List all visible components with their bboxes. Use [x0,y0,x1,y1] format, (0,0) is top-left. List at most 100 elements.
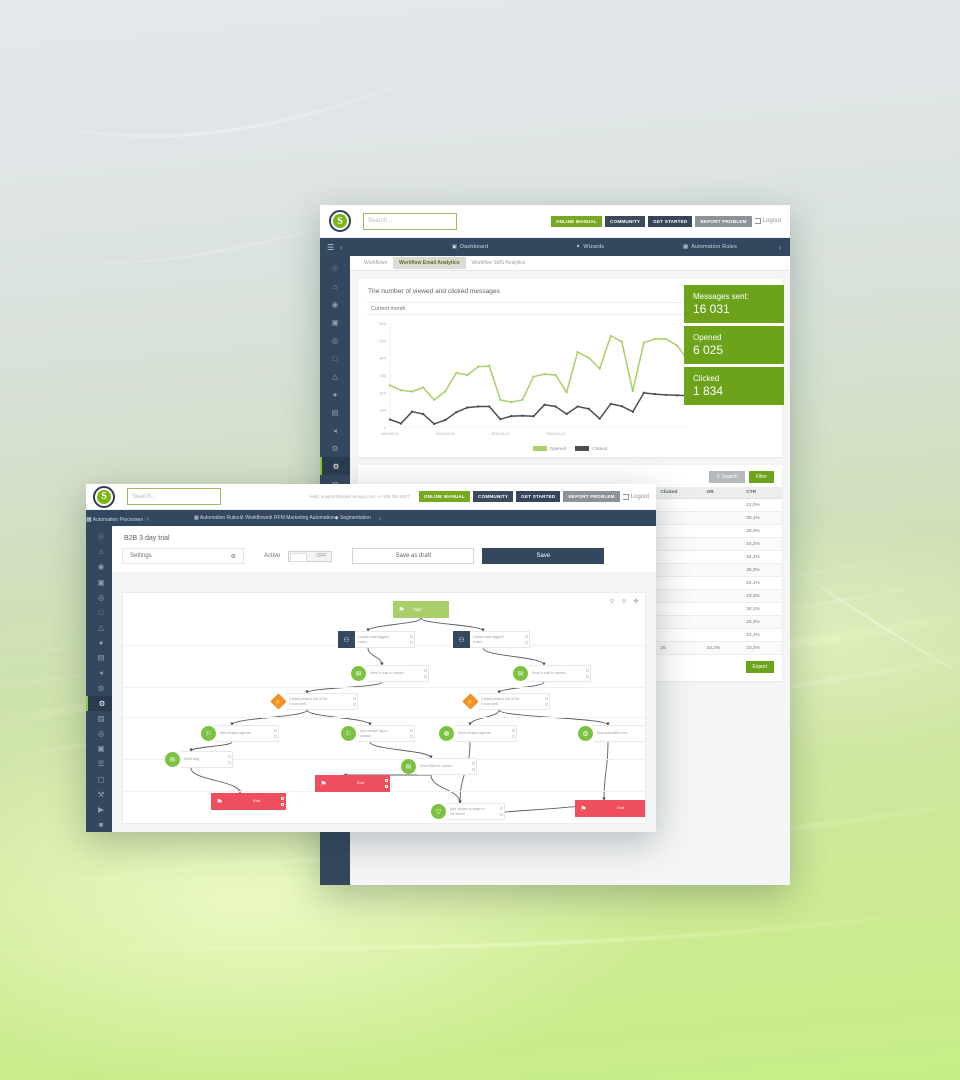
workflow-node[interactable]: ☸ Send contact tag/note [439,725,517,742]
chevron-right-icon[interactable]: › [378,514,381,523]
table-search-button[interactable]: ⚲ Search [709,471,745,483]
chevron-left-icon[interactable]: ‹ [147,514,150,523]
nav-item-dashboard[interactable]: ▣ Dashboard [410,238,530,256]
flag-icon: ⚑ [315,775,332,792]
canvas-row-divider [123,687,645,688]
nav-item-automation-rules[interactable]: ▦ Automation Rules [650,238,770,256]
workflow-node[interactable]: ✉ Send msg [165,751,233,768]
node-ports[interactable] [352,696,356,708]
report-problem-button[interactable]: REPORT PROBLEM [563,491,620,502]
sidebar-item-megaphone-icon[interactable]: ◂ [320,421,350,439]
node-ports[interactable] [644,803,645,815]
sidebar-item-monitor-icon[interactable]: ▤ [320,403,350,421]
workflow-node[interactable]: ⚇ Contact was tagged/noted [453,631,530,648]
sidebar-item-user-icon[interactable]: ☉ [320,259,350,277]
sidebar-item-eye-icon[interactable]: ◉ [320,295,350,313]
workflow-node[interactable]: ⚐ Add contact tag to contact [341,725,415,742]
export-button[interactable]: Export [745,661,774,673]
workflow-node[interactable]: ⚐ Add contact tag/note [201,725,279,742]
node-ports[interactable] [280,796,284,808]
nav-item-automation-rules[interactable]: ▦ Automation Rules [194,515,239,521]
legend-swatch-clicked [575,446,590,452]
table-cell: 23,3% [742,641,782,655]
node-ports[interactable] [273,728,277,740]
breadcrumb-label: Automation Processes [92,516,143,523]
settings-button[interactable]: Settings ⚙ [122,548,244,564]
workflow-editor-window[interactable]: S Search... Help: support@salesmanago.co… [86,484,656,832]
zoom-in-icon[interactable]: ⚲ [608,597,616,605]
tab-workflows[interactable]: Workflows [358,257,393,269]
svg-text:100: 100 [379,408,386,413]
workflow-node[interactable]: ⚡ Contact clicked link in the e-mail sent [270,693,358,710]
chevron-left-icon[interactable]: ‹ [340,243,343,252]
get-started-button[interactable]: GET STARTED [648,215,693,227]
nav-item-rfm-marketing-automation[interactable]: ⚙ RFM Marketing Automation [268,515,334,521]
tab-workflow-email-analytics[interactable]: Workflow Email Analytics [392,257,466,269]
sidebar-item-chat-icon[interactable]: ● [320,385,350,403]
community-button[interactable]: COMMUNITY [473,491,514,502]
sidebar-item-home-icon[interactable]: ⌂ [320,277,350,295]
workflow-node[interactable]: ✉ Send SMS to contact [401,758,477,775]
nav-item-wizards[interactable]: ✦ Wizards [530,238,650,256]
chevron-right-icon[interactable]: › [779,243,782,252]
gear-icon: ⚙ [230,553,236,560]
community-button[interactable]: COMMUNITY [605,215,646,227]
node-ports[interactable] [511,728,515,740]
node-label: End [253,799,260,804]
table-cell [656,537,703,551]
nav-item-label: Automation Rules [199,515,240,521]
workflow-node[interactable]: ✉ Send e-mail to contact [351,665,429,682]
tab-workflow-sms-analytics[interactable]: Workflow SMS Analytics [466,257,532,269]
flag-icon: ⚑ [211,793,228,810]
nav-item-label: Workflows [245,515,269,521]
sidebar-item-automation-icon[interactable]: ⚙ [320,457,350,475]
node-ports[interactable] [471,761,475,773]
node-ports[interactable] [409,728,413,740]
workflow-node[interactable]: ✉ Send e-mail to contact [513,665,591,682]
node-ports[interactable] [499,806,503,818]
workflow-node[interactable]: ⚑ End [315,775,390,792]
sidebar-item-web-icon[interactable]: ⚙ [320,439,350,457]
nav-item-workflows[interactable]: ⚙ Workflows [239,515,268,521]
sidebar-item-square-icon[interactable]: □ [320,349,350,367]
hamburger-icon[interactable]: ☰ [327,243,334,252]
table-filter-button[interactable]: Filter [748,471,774,483]
table-cell [702,550,743,564]
sidebar-item-funnel-icon[interactable]: △ [320,367,350,385]
nav-item-segmentation[interactable]: ◆ Segmentation [335,515,371,521]
online-manual-button[interactable]: ONLINE MANUAL [418,491,471,502]
workflow-node[interactable]: ⚑ End [211,793,286,810]
node-ports[interactable] [544,696,548,708]
sidebar-item-contacts-icon[interactable]: ▣ [320,313,350,331]
report-problem-button[interactable]: REPORT PROBLEM [695,215,752,227]
table-cell: 24,2% [742,537,782,551]
zoom-out-icon[interactable]: ⚲ [620,597,628,605]
workflow-node[interactable]: ▽ Add contact to stage in the funnel [431,803,505,820]
back-window-navbar: ☰ ‹ ▣ Dashboard ✦ Wizards ▦ Automation R… [320,238,790,256]
node-ports[interactable] [227,754,231,766]
active-toggle-group[interactable]: Active OFF [264,550,333,562]
get-started-button[interactable]: GET STARTED [516,491,561,502]
workflow-node[interactable]: ⚑ End [575,800,645,817]
workflow-node[interactable]: ⚑ Start [393,601,449,618]
fit-screen-icon[interactable]: ✥ [632,597,640,605]
search-input[interactable]: Search... [127,488,221,505]
online-manual-button[interactable]: ONLINE MANUAL [550,215,603,227]
node-ports[interactable] [524,634,528,646]
node-ports[interactable] [423,668,427,680]
node-label: Send e-mail to contact [532,671,566,676]
sidebar-item-clock-icon[interactable]: ◎ [320,331,350,349]
workflow-canvas[interactable]: ⚲ ⚲ ✥ ⚑ Start ⚇ Contact was tagged/noted ⚇ Co… [122,592,646,824]
search-input[interactable]: Search... [363,212,457,230]
node-ports[interactable] [384,778,388,790]
logout-button[interactable]: Logout [754,218,781,224]
save-button[interactable]: Save [482,548,605,564]
workflow-node[interactable]: ⚡ Contact clicked link in the e-mail sent [462,693,550,710]
save-as-draft-button[interactable]: Save as draft [352,548,475,564]
workflow-node[interactable]: ⚙ Run automation rule [578,725,645,742]
workflow-node[interactable]: ⚇ Contact was tagged/noted [338,631,415,648]
node-ports[interactable] [409,634,413,646]
logout-button[interactable]: Logout [622,493,649,500]
active-toggle[interactable]: OFF [288,550,333,562]
node-ports[interactable] [585,668,589,680]
